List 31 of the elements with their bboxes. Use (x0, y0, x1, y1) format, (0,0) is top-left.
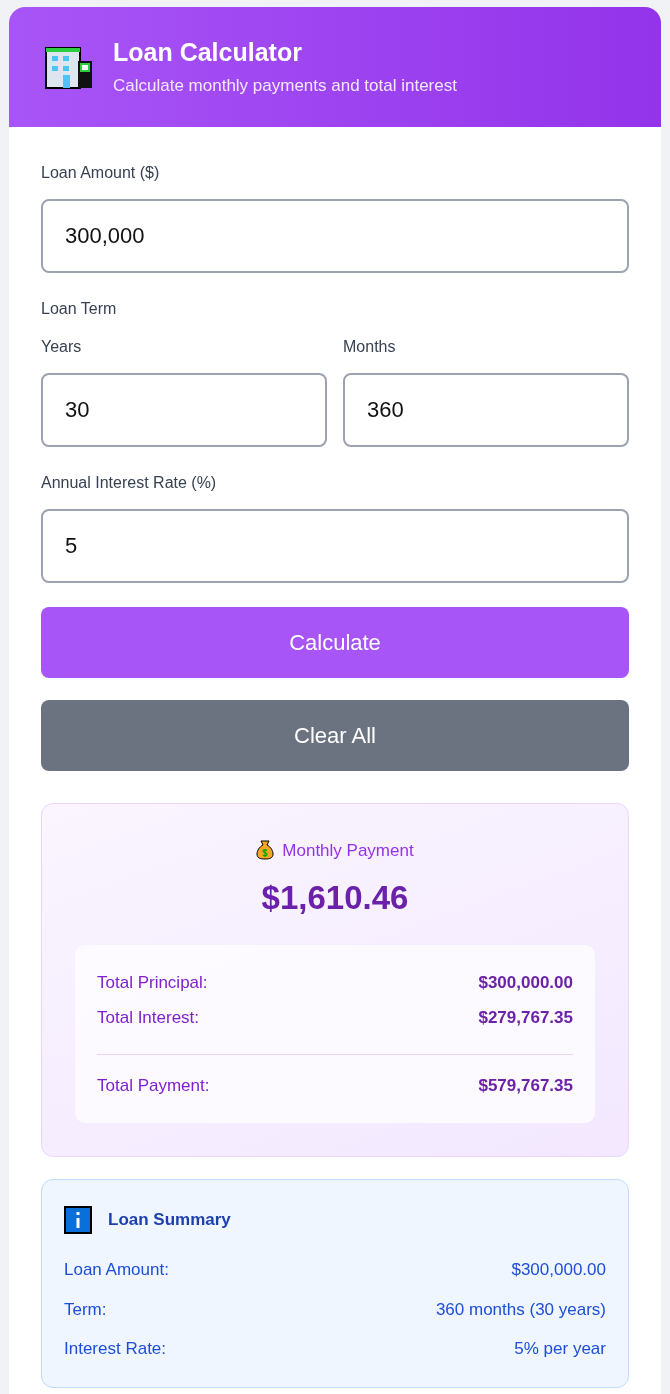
field-label: Loan Amount ($) (41, 162, 161, 183)
breakdown-value: $300,000.00 (478, 971, 573, 994)
input-field[interactable]: 360 (343, 372, 629, 447)
field-label: Annual Interest Rate (%) (41, 472, 218, 493)
clear-button[interactable]: Clear All (41, 699, 629, 771)
summary-label: Loan Amount: (64, 1259, 169, 1281)
field-label: Years (41, 336, 83, 357)
summary-value: 5% per year (514, 1338, 606, 1360)
summary-value: $300,000.00 (511, 1259, 606, 1281)
payment-amount: $1,610.46 (260, 878, 410, 918)
input-field[interactable]: 300,000 (41, 198, 629, 273)
breakdown-label: Total Payment: (97, 1074, 210, 1097)
summary-label: Term: (64, 1298, 107, 1321)
info-icon (64, 1206, 92, 1234)
breakdown-value: $279,767.35 (478, 1007, 573, 1029)
app-title: Loan Calculator (113, 37, 303, 67)
summary-value: 360 months (30 years) (435, 1298, 606, 1321)
breakdown-value: $579,767.35 (478, 1074, 573, 1097)
app-subtitle: Calculate monthly payments and total interest (113, 75, 457, 97)
result-label: Monthly Payment (282, 839, 414, 862)
breakdown-label: Total Principal: (97, 971, 208, 994)
summary-label: Interest Rate: (64, 1338, 167, 1360)
calculate-button[interactable]: Calculate (41, 606, 629, 678)
section-label: Loan Term (41, 298, 118, 319)
money-bag-icon (256, 840, 275, 861)
input-field[interactable]: 5 (41, 508, 629, 583)
breakdown-label: Total Interest: (97, 1007, 200, 1029)
summary-title: Loan Summary (108, 1209, 231, 1232)
building-icon (45, 46, 93, 89)
input-field[interactable]: 30 (41, 372, 327, 447)
field-label: Months (343, 336, 397, 357)
